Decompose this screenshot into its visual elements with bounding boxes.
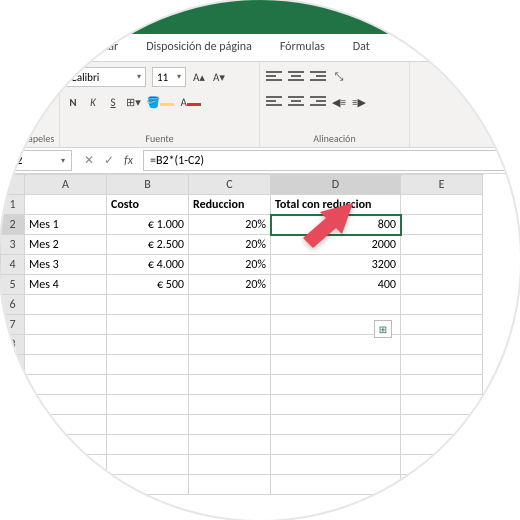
cell[interactable]: Mes 1 bbox=[25, 215, 107, 235]
cell[interactable]: 20% bbox=[189, 275, 271, 295]
select-all-corner[interactable] bbox=[1, 175, 25, 195]
row-header[interactable]: 4 bbox=[1, 255, 25, 275]
group-align-label: Alineación bbox=[266, 130, 403, 145]
autofill-options-icon[interactable]: ⊞ bbox=[374, 320, 392, 338]
cell[interactable]: Mes 4 bbox=[25, 275, 107, 295]
row-header[interactable]: 9 bbox=[1, 355, 25, 375]
cell[interactable]: Mes 3 bbox=[25, 255, 107, 275]
cell[interactable]: 20% bbox=[189, 255, 271, 275]
cell[interactable]: Mes 2 bbox=[25, 235, 107, 255]
border-button[interactable]: ⊞▾ bbox=[126, 96, 141, 109]
font-size-select[interactable]: 11▾ bbox=[152, 67, 186, 87]
row-header[interactable]: 13 bbox=[1, 435, 25, 455]
font-color-button[interactable]: A bbox=[180, 96, 200, 109]
align-left-icon[interactable] bbox=[266, 96, 282, 108]
cell[interactable] bbox=[25, 195, 107, 215]
row-header[interactable]: 5 bbox=[1, 275, 25, 295]
cell[interactable]: 3200 bbox=[271, 255, 401, 275]
col-header-b[interactable]: B bbox=[107, 175, 189, 195]
cancel-icon[interactable]: ✕ bbox=[84, 153, 94, 168]
row-header[interactable]: 1 bbox=[1, 195, 25, 215]
cell[interactable]: 20% bbox=[189, 235, 271, 255]
align-bottom-icon[interactable] bbox=[310, 71, 326, 83]
tab-datos[interactable]: Dat bbox=[339, 34, 384, 61]
col-header-d[interactable]: D bbox=[271, 175, 401, 195]
group-clipboard-label: ortapapeles bbox=[6, 130, 53, 145]
row-header[interactable]: 12 bbox=[1, 415, 25, 435]
cell[interactable]: Costo bbox=[107, 195, 189, 215]
cell[interactable]: € 4.000 bbox=[107, 255, 189, 275]
tab-formulas[interactable]: Fórmulas bbox=[266, 34, 339, 61]
align-right-icon[interactable] bbox=[310, 96, 326, 108]
cell[interactable]: € 500 bbox=[107, 275, 189, 295]
group-font-label: Fuente bbox=[66, 130, 253, 145]
decrease-font-icon[interactable]: A▾ bbox=[212, 71, 226, 84]
cell[interactable] bbox=[401, 255, 483, 275]
cell[interactable]: Total con reduccion bbox=[271, 195, 401, 215]
align-center-icon[interactable] bbox=[288, 96, 304, 108]
cell[interactable]: 20% bbox=[189, 215, 271, 235]
cut-icon[interactable] bbox=[12, 68, 28, 82]
col-header-a[interactable]: A bbox=[25, 175, 107, 195]
paste-button[interactable]: gar bbox=[23, 84, 36, 97]
col-header-e[interactable]: E bbox=[401, 175, 483, 195]
tab-disposicion[interactable]: Disposición de página bbox=[132, 34, 266, 61]
cell[interactable] bbox=[401, 275, 483, 295]
increase-indent-icon[interactable]: ≡▶ bbox=[352, 96, 366, 109]
formula-bar: D2▾ ✕ ✓ fx =B2*(1-C2) bbox=[0, 148, 520, 174]
underline-button[interactable]: S bbox=[106, 96, 120, 109]
cell[interactable]: € 1.000 bbox=[107, 215, 189, 235]
italic-button[interactable]: K bbox=[86, 96, 100, 109]
row-header[interactable]: 11 bbox=[1, 395, 25, 415]
cell[interactable]: Reduccion bbox=[189, 195, 271, 215]
enter-icon[interactable]: ✓ bbox=[104, 153, 114, 168]
tab-insertar[interactable]: Insertar bbox=[66, 34, 132, 61]
col-header-c[interactable]: C bbox=[189, 175, 271, 195]
row-header[interactable]: 2 bbox=[1, 215, 25, 235]
cell[interactable] bbox=[401, 215, 483, 235]
font-name-select[interactable]: Calibri▾ bbox=[66, 67, 146, 87]
increase-font-icon[interactable]: A▴ bbox=[192, 71, 206, 84]
tab-inicio[interactable]: Inicio bbox=[12, 34, 66, 61]
orientation-icon[interactable]: ⤡ bbox=[332, 70, 346, 84]
align-top-icon[interactable] bbox=[266, 71, 282, 83]
row-header[interactable]: 14 bbox=[1, 455, 25, 475]
cell[interactable]: 2000 bbox=[271, 235, 401, 255]
align-middle-icon[interactable] bbox=[288, 71, 304, 83]
fill-color-button[interactable]: 🪣 bbox=[147, 96, 175, 109]
title-bar bbox=[0, 0, 520, 34]
group-alignment: ⤡ ◀≡ ≡▶ Alineación bbox=[260, 62, 410, 147]
chevron-down-icon: ▾ bbox=[177, 72, 181, 82]
worksheet-grid[interactable]: A B C D E 1 Costo Reduccion Total con re… bbox=[0, 174, 520, 495]
group-font: Calibri▾ 11▾ A▴ A▾ N K S ⊞▾ 🪣 A Fuente bbox=[60, 62, 260, 147]
ribbon-tabs: Inicio Insertar Disposición de página Fó… bbox=[0, 34, 520, 62]
row-header[interactable]: 6 bbox=[1, 295, 25, 315]
cell[interactable] bbox=[401, 235, 483, 255]
fx-icon[interactable]: fx bbox=[124, 154, 133, 168]
row-header[interactable]: 10 bbox=[1, 375, 25, 395]
cell[interactable]: 400 bbox=[271, 275, 401, 295]
cell-selected[interactable]: 800 bbox=[271, 215, 401, 235]
formula-input[interactable]: =B2*(1-C2) bbox=[143, 150, 518, 171]
cell[interactable] bbox=[401, 195, 483, 215]
group-clipboard: gar ortapapeles bbox=[0, 62, 60, 147]
row-header[interactable]: 8 bbox=[1, 335, 25, 355]
cell[interactable]: € 2.500 bbox=[107, 235, 189, 255]
row-header[interactable]: 3 bbox=[1, 235, 25, 255]
decrease-indent-icon[interactable]: ◀≡ bbox=[332, 96, 346, 109]
copy-icon[interactable] bbox=[32, 68, 48, 82]
bold-button[interactable]: N bbox=[66, 96, 80, 109]
name-box[interactable]: D2▾ bbox=[2, 150, 72, 171]
row-header[interactable]: 7 bbox=[1, 315, 25, 335]
ribbon: gar ortapapeles Calibri▾ 11▾ A▴ A▾ N K S… bbox=[0, 62, 520, 148]
row-header[interactable]: 15 bbox=[1, 475, 25, 495]
chevron-down-icon: ▾ bbox=[137, 72, 141, 82]
